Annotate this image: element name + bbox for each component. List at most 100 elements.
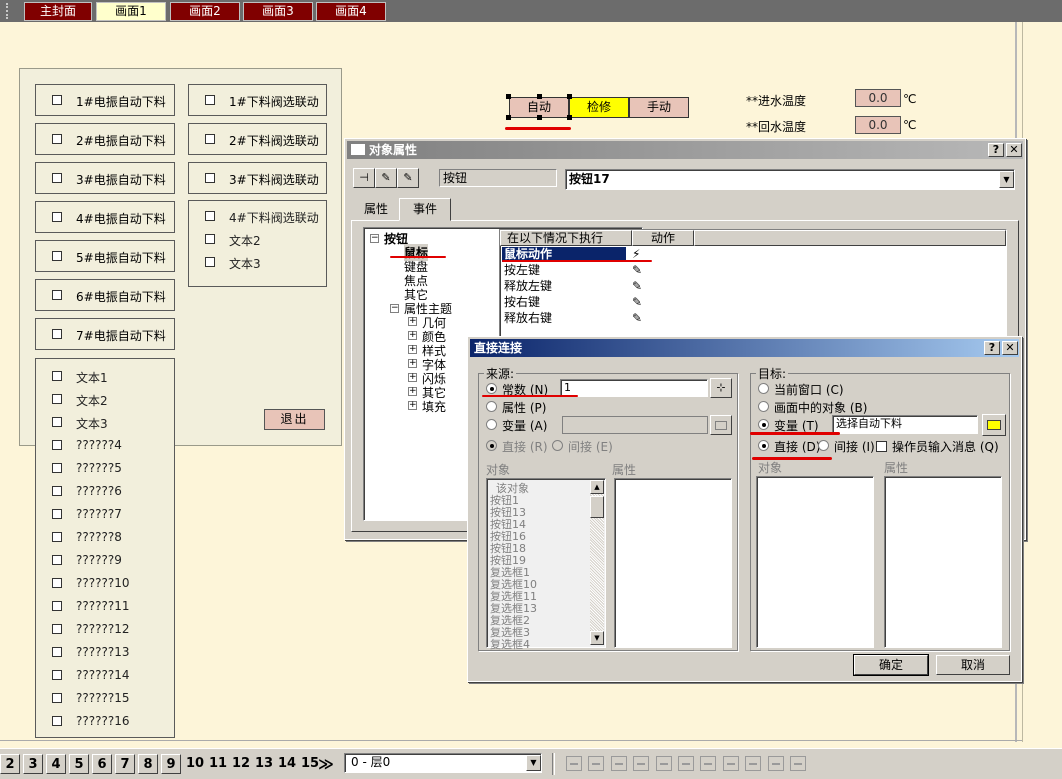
page-number-button[interactable]: 5 xyxy=(69,754,89,774)
target-indirect-radio[interactable] xyxy=(818,440,829,451)
ok-button[interactable]: 确定 xyxy=(854,655,928,675)
scroll-thumb[interactable] xyxy=(590,496,604,518)
tab-events[interactable]: 事件 xyxy=(399,198,451,221)
tab-screen-2[interactable]: 画面2 xyxy=(170,2,240,21)
expand-icon[interactable]: + xyxy=(408,373,417,382)
left-checkbox[interactable] xyxy=(52,212,62,222)
same-size-icon[interactable] xyxy=(790,756,806,771)
mid-checkbox-4[interactable] xyxy=(205,211,215,221)
list-checkbox[interactable] xyxy=(52,578,62,588)
dropper-apply-icon[interactable]: ✎ xyxy=(397,168,419,188)
same-height-icon[interactable] xyxy=(767,756,784,771)
left-checkbox[interactable] xyxy=(52,134,62,144)
tab-main-cover[interactable]: 主封面 xyxy=(24,2,92,21)
exit-button[interactable]: 退出 xyxy=(264,409,325,430)
expand-icon[interactable]: + xyxy=(408,401,417,410)
align-left-icon[interactable] xyxy=(566,756,582,771)
distribute-v-icon[interactable] xyxy=(722,756,739,771)
mid-checkbox[interactable] xyxy=(205,173,215,183)
action-pencil-icon[interactable]: ✎ xyxy=(632,295,642,309)
selection-handle[interactable] xyxy=(506,94,511,99)
col-header-action[interactable]: 动作 xyxy=(632,230,694,246)
pin-icon[interactable]: ⊣ xyxy=(353,168,375,188)
list-checkbox[interactable] xyxy=(52,509,62,519)
variable-browse-icon[interactable] xyxy=(982,414,1006,436)
page-number-button[interactable]: 12 xyxy=(230,754,252,774)
selection-handle[interactable] xyxy=(537,115,542,120)
manual-button[interactable]: 手动 xyxy=(629,97,689,118)
page-number-button[interactable]: 8 xyxy=(138,754,158,774)
page-number-button[interactable]: 13 xyxy=(253,754,275,774)
page-number-button[interactable]: 7 xyxy=(115,754,135,774)
dropper-icon[interactable]: ✎ xyxy=(375,168,397,188)
selection-handle[interactable] xyxy=(567,115,572,120)
event-row-label[interactable]: 按右键 xyxy=(502,295,626,310)
event-row-label[interactable]: 释放右键 xyxy=(502,311,626,326)
page-number-button[interactable]: 3 xyxy=(23,754,43,774)
expand-icon[interactable]: + xyxy=(408,317,417,326)
same-width-icon[interactable] xyxy=(745,756,762,771)
source-property-label[interactable]: 属性 (P) xyxy=(502,399,546,416)
list-checkbox[interactable] xyxy=(52,417,62,427)
scroll-down-icon[interactable]: ▼ xyxy=(590,631,604,645)
tab-screen-4[interactable]: 画面4 xyxy=(316,2,386,21)
action-pencil-icon[interactable]: ✎ xyxy=(632,279,642,293)
tab-screen-3[interactable]: 画面3 xyxy=(243,2,313,21)
target-direct-radio[interactable] xyxy=(758,440,769,451)
col-header-condition[interactable]: 在以下情况下执行 xyxy=(500,230,632,246)
list-checkbox[interactable] xyxy=(52,371,62,381)
target-variable-radio[interactable] xyxy=(758,419,769,430)
list-checkbox[interactable] xyxy=(52,601,62,611)
selection-handle[interactable] xyxy=(506,115,511,120)
list-checkbox[interactable] xyxy=(52,394,62,404)
tab-properties[interactable]: 属性 xyxy=(353,200,399,220)
page-number-button[interactable]: 6 xyxy=(92,754,112,774)
target-indirect-label[interactable]: 间接 (I) xyxy=(834,438,875,455)
expand-icon[interactable]: + xyxy=(408,387,417,396)
dialog-title-bar[interactable]: 对象属性 xyxy=(347,141,1023,159)
distribute-h-icon[interactable] xyxy=(700,756,717,771)
source-constant-radio[interactable] xyxy=(486,383,497,394)
page-number-button[interactable]: 4 xyxy=(46,754,66,774)
align-bottom-icon[interactable] xyxy=(633,756,650,771)
list-checkbox[interactable] xyxy=(52,647,62,657)
object-list-item[interactable]: 复选框4 xyxy=(490,636,530,652)
left-checkbox[interactable] xyxy=(52,290,62,300)
left-checkbox[interactable] xyxy=(52,95,62,105)
page-number-button[interactable]: 10 xyxy=(184,754,206,774)
source-object-list[interactable]: 该对象 按钮1 按钮13 按钮14 按钮16 按钮18 按钮19 复选框1 复选框10 复选框11… xyxy=(486,478,606,651)
mid-checkbox[interactable] xyxy=(205,95,215,105)
scroll-up-icon[interactable]: ▲ xyxy=(590,480,604,494)
tree-prop-item[interactable]: 填充 xyxy=(422,398,446,415)
help-button[interactable]: ? xyxy=(988,143,1004,157)
chevron-down-icon[interactable]: ▼ xyxy=(526,755,541,771)
source-variable-radio[interactable] xyxy=(486,419,497,430)
operator-message-checkbox[interactable] xyxy=(876,441,887,452)
dialog-title-bar[interactable]: 直接连接 xyxy=(470,339,1019,357)
list-checkbox[interactable] xyxy=(52,440,62,450)
center-vertical-icon[interactable] xyxy=(678,756,694,771)
mid-text-3-checkbox[interactable] xyxy=(205,257,215,267)
list-checkbox[interactable] xyxy=(52,463,62,473)
keypad-icon[interactable]: ⊹ xyxy=(710,378,732,398)
expand-icon[interactable]: + xyxy=(408,359,417,368)
target-object-label[interactable]: 画面中的对象 (B) xyxy=(774,399,867,416)
constant-value-input[interactable]: 1 xyxy=(560,379,708,397)
collapse-icon[interactable]: − xyxy=(370,234,379,243)
chevron-down-icon[interactable]: ▼ xyxy=(999,171,1014,188)
target-current-window-radio[interactable] xyxy=(758,383,769,394)
list-checkbox[interactable] xyxy=(52,716,62,726)
source-property-list[interactable] xyxy=(614,478,732,648)
action-pencil-icon[interactable]: ✎ xyxy=(632,263,642,277)
page-number-button[interactable]: 11 xyxy=(207,754,229,774)
mid-text-2-checkbox[interactable] xyxy=(205,234,215,244)
action-pencil-icon[interactable]: ✎ xyxy=(632,311,642,325)
target-current-window-label[interactable]: 当前窗口 (C) xyxy=(774,381,844,398)
list-checkbox[interactable] xyxy=(52,555,62,565)
left-checkbox[interactable] xyxy=(52,173,62,183)
target-object-radio[interactable] xyxy=(758,401,769,412)
target-variable-input[interactable]: 选择自动下料 xyxy=(832,415,978,434)
selection-handle[interactable] xyxy=(567,94,572,99)
close-button[interactable]: ✕ xyxy=(1006,143,1022,157)
object-list-scrollbar[interactable]: ▲ ▼ xyxy=(590,480,604,645)
